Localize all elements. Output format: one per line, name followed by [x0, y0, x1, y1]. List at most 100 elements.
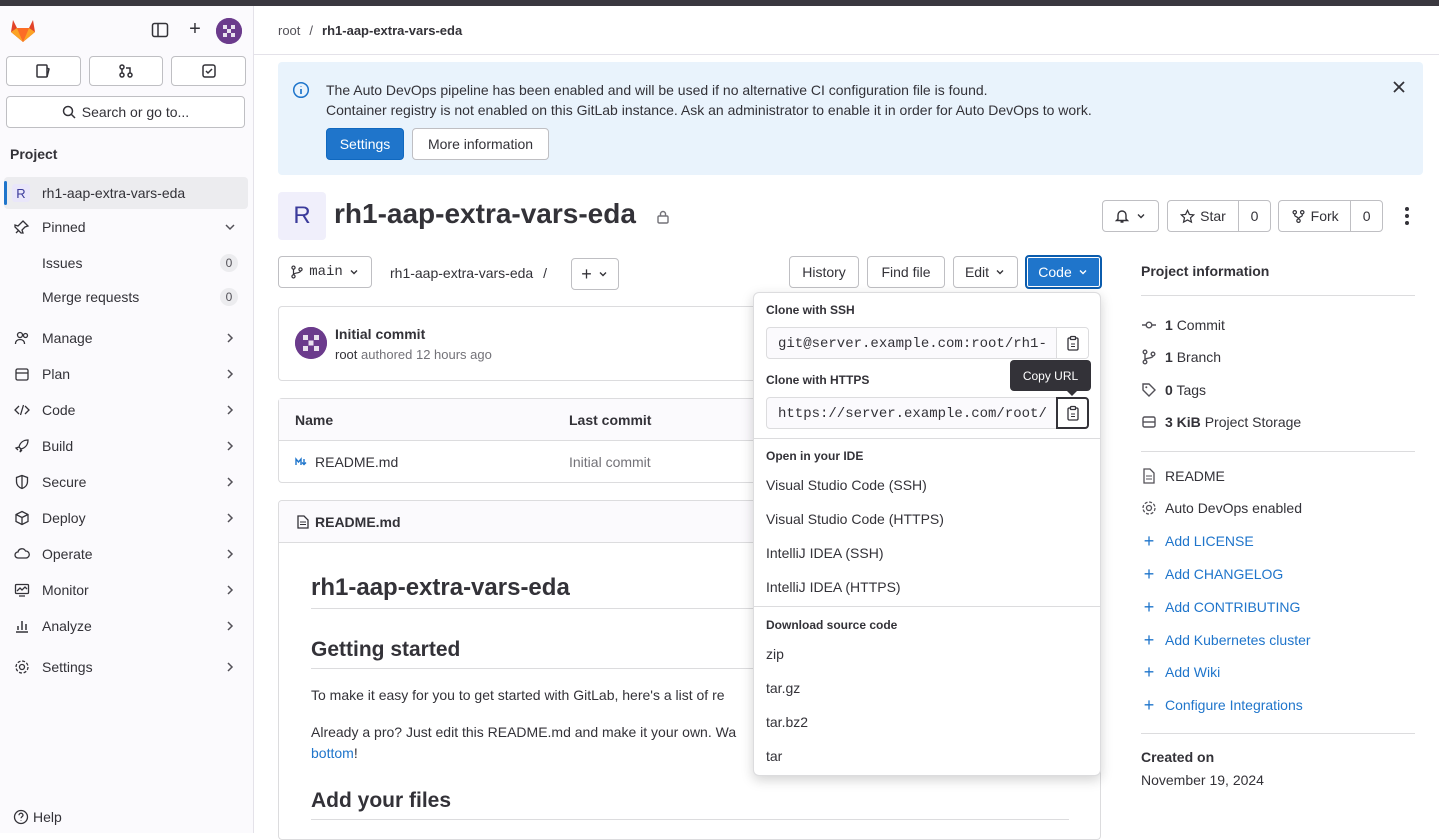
sidebar-toggle-icon[interactable]: [151, 21, 169, 39]
chevron-down-icon: [1137, 214, 1145, 219]
sidebar-item-manage[interactable]: Manage: [4, 322, 248, 354]
star-count[interactable]: 0: [1238, 201, 1270, 231]
readme-link-label: README: [1165, 468, 1225, 484]
tags-link[interactable]: 0 Tags: [1141, 382, 1206, 398]
chevron-down-icon: [350, 270, 358, 275]
clone-ssh-label: Clone with SSH: [766, 303, 855, 317]
readme-link[interactable]: README: [1141, 468, 1225, 484]
divider: [1141, 451, 1415, 452]
sidebar-item-code[interactable]: Code: [4, 394, 248, 426]
branches-label: Branch: [1176, 349, 1222, 365]
todo-list-button[interactable]: [171, 56, 247, 86]
commits-link[interactable]: 1 Commit: [1141, 317, 1225, 333]
more-actions-icon[interactable]: [1398, 206, 1416, 226]
gear-icon: [1141, 500, 1157, 516]
sidebar-item-secure[interactable]: Secure: [4, 466, 248, 498]
commit-author[interactable]: root: [335, 347, 357, 362]
sidebar-item-analyze[interactable]: Analyze: [4, 610, 248, 642]
copy-https-url-button[interactable]: [1056, 397, 1089, 429]
sidebar-item-plan[interactable]: Plan: [4, 358, 248, 390]
plus-icon: +: [1143, 694, 1155, 715]
chart-icon: [14, 618, 30, 634]
sidebar-item-deploy[interactable]: Deploy: [4, 502, 248, 534]
alert-settings-button[interactable]: Settings: [326, 128, 404, 160]
branch-selector[interactable]: main: [278, 256, 372, 288]
sidebar-item-settings[interactable]: Settings: [4, 651, 248, 683]
sidebar-item-pinned[interactable]: Pinned: [4, 211, 248, 243]
find-file-button[interactable]: Find file: [867, 256, 945, 288]
storage-link[interactable]: 3 KiB Project Storage: [1141, 414, 1301, 430]
readme-heading-add-files: Add your files: [311, 789, 452, 812]
download-tar-gz[interactable]: tar.gz: [766, 680, 800, 696]
help-button[interactable]: Help: [13, 809, 62, 825]
add-contributing-link[interactable]: + Add CONTRIBUTING: [1141, 597, 1301, 617]
user-avatar[interactable]: [216, 18, 242, 44]
file-last-commit[interactable]: Initial commit: [569, 454, 651, 470]
clone-https-field[interactable]: https://server.example.com/root/: [766, 397, 1089, 429]
ide-intellij-ssh[interactable]: IntelliJ IDEA (SSH): [766, 545, 883, 561]
pin-icon: [14, 219, 30, 235]
readme-filename[interactable]: README.md: [315, 514, 401, 530]
sidebar-item-merge-requests[interactable]: Merge requests 0: [4, 281, 248, 313]
chevron-right-icon: [227, 662, 234, 672]
code-dropdown-button[interactable]: Code: [1025, 255, 1102, 289]
add-wiki-label: Add Wiki: [1165, 664, 1221, 680]
commit-meta: root authored 12 hours ago: [335, 347, 492, 362]
repo-path-name[interactable]: rh1-aap-extra-vars-eda: [390, 265, 533, 281]
edit-dropdown[interactable]: Edit: [953, 256, 1018, 288]
configure-integrations-link[interactable]: + Configure Integrations: [1141, 694, 1303, 715]
search-label: Search or go to...: [81, 104, 190, 120]
gitlab-logo-icon[interactable]: [9, 17, 37, 43]
ide-vscode-ssh[interactable]: Visual Studio Code (SSH): [766, 477, 927, 493]
merge-requests-button[interactable]: [88, 56, 164, 86]
clone-ssh-url[interactable]: git@server.example.com:root/rh1-: [778, 336, 1058, 352]
clone-ssh-field[interactable]: git@server.example.com:root/rh1-: [766, 327, 1089, 359]
add-contributing-label: Add CONTRIBUTING: [1165, 599, 1301, 615]
add-wiki-link[interactable]: + Add Wiki: [1141, 662, 1221, 682]
download-zip[interactable]: zip: [766, 646, 784, 662]
breadcrumb-root[interactable]: root: [278, 23, 300, 38]
ide-vscode-https[interactable]: Visual Studio Code (HTTPS): [766, 511, 944, 527]
readme-paragraph: bottom!: [311, 745, 358, 761]
commit-author-avatar[interactable]: [295, 327, 327, 359]
breadcrumb-current[interactable]: rh1-aap-extra-vars-eda: [322, 23, 462, 38]
clone-https-label: Clone with HTTPS: [766, 373, 870, 387]
assigned-issues-button[interactable]: [6, 56, 81, 86]
star-icon: [1180, 208, 1196, 223]
add-license-link[interactable]: + Add LICENSE: [1141, 531, 1254, 551]
sidebar-item-issues[interactable]: Issues 0: [4, 247, 248, 279]
repo-path: rh1-aap-extra-vars-eda /: [390, 265, 547, 281]
history-button[interactable]: History: [789, 256, 859, 288]
markdown-file-icon: [295, 457, 307, 466]
fork-count[interactable]: 0: [1350, 201, 1382, 231]
search-button[interactable]: Search or go to...: [6, 96, 245, 128]
sidebar-item-build[interactable]: Build: [4, 430, 248, 462]
commit-title[interactable]: Initial commit: [335, 326, 425, 342]
alert-more-info-button[interactable]: More information: [412, 128, 549, 160]
add-changelog-link[interactable]: + Add CHANGELOG: [1141, 564, 1284, 584]
commit-time: authored 12 hours ago: [361, 347, 492, 362]
notifications-dropdown[interactable]: [1102, 200, 1159, 232]
clone-https-url[interactable]: https://server.example.com/root/: [778, 406, 1058, 422]
sidebar-item-monitor[interactable]: Monitor: [4, 574, 248, 606]
chevron-down-icon: [225, 224, 235, 231]
copy-ssh-url-button[interactable]: [1056, 328, 1088, 358]
sidebar-item-project[interactable]: R rh1-aap-extra-vars-eda: [4, 177, 248, 209]
download-tar[interactable]: tar: [766, 748, 782, 764]
todo-icon: [201, 64, 216, 78]
download-tar-bz2[interactable]: tar.bz2: [766, 714, 808, 730]
file-name-link[interactable]: README.md: [315, 454, 398, 470]
fork-label: Fork: [1310, 208, 1339, 224]
add-kubernetes-link[interactable]: + Add Kubernetes cluster: [1141, 630, 1311, 650]
fork-button[interactable]: Fork: [1279, 201, 1350, 231]
branches-link[interactable]: 1 Branch: [1141, 349, 1221, 365]
star-button[interactable]: Star: [1168, 201, 1238, 231]
create-new-icon[interactable]: +: [186, 19, 204, 39]
chevron-right-icon: [227, 621, 234, 631]
add-to-tree-dropdown[interactable]: +: [571, 258, 619, 290]
readme-link-bottom[interactable]: bottom: [311, 745, 354, 761]
ide-intellij-https[interactable]: IntelliJ IDEA (HTTPS): [766, 579, 901, 595]
sidebar-item-operate[interactable]: Operate: [4, 538, 248, 570]
close-icon[interactable]: [1392, 80, 1406, 94]
auto-devops-link[interactable]: Auto DevOps enabled: [1141, 500, 1302, 516]
